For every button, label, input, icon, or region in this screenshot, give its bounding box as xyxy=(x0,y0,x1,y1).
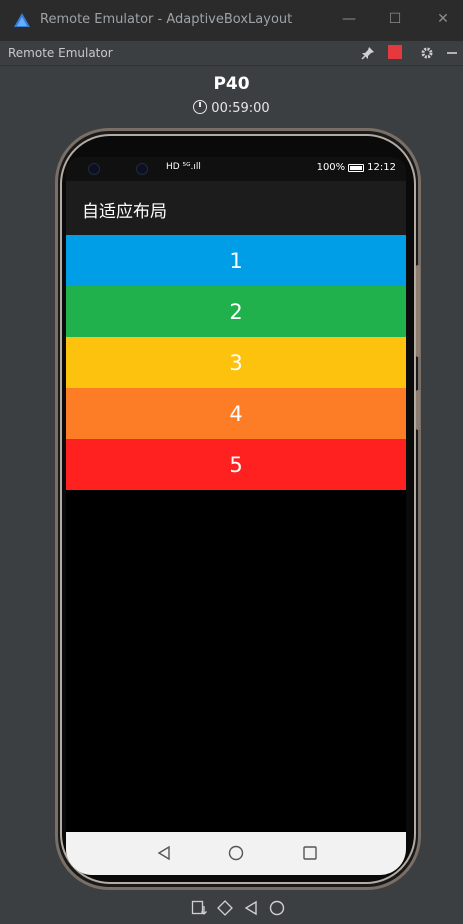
volume-button xyxy=(416,265,420,357)
timer-icon xyxy=(193,100,208,114)
box-label: 5 xyxy=(229,452,243,477)
box-1[interactable]: 1 xyxy=(66,235,406,286)
box-5[interactable]: 5 xyxy=(66,439,406,490)
emulator-controls xyxy=(0,898,463,920)
rotate-icon[interactable] xyxy=(215,898,235,918)
app-logo-icon xyxy=(14,13,30,27)
back-icon[interactable] xyxy=(241,898,261,918)
box-label: 4 xyxy=(229,401,243,426)
front-camera-icon xyxy=(88,163,100,175)
pin-icon[interactable] xyxy=(360,45,376,61)
session-timer: 00:59:00 xyxy=(0,100,463,116)
battery-icon xyxy=(348,163,365,172)
front-camera-icon xyxy=(136,163,148,175)
status-time: 12:12 xyxy=(367,162,396,173)
phone-screen: HD ⁵ᴳ.ıll 100% 12:12 自适应布局 1 2 3 4 5 xyxy=(66,157,406,875)
home-circle-icon[interactable] xyxy=(225,842,247,864)
box-2[interactable]: 2 xyxy=(66,286,406,337)
status-right: 100% 12:12 xyxy=(317,162,396,173)
battery-percent: 100% xyxy=(316,162,346,173)
box-4[interactable]: 4 xyxy=(66,388,406,439)
network-indicator: HD ⁵ᴳ.ıll xyxy=(166,162,201,172)
window-titlebar: Remote Emulator - AdaptiveBoxLayout — ☐ … xyxy=(0,0,463,40)
navigation-bar xyxy=(66,832,406,875)
stop-record-icon[interactable] xyxy=(388,45,402,59)
box-label: 2 xyxy=(229,299,243,324)
close-button[interactable]: ✕ xyxy=(434,10,452,28)
window-title: Remote Emulator - AdaptiveBoxLayout xyxy=(40,12,293,27)
device-name: P40 xyxy=(213,74,250,94)
screenshot-icon[interactable] xyxy=(189,898,209,918)
app-title: 自适应布局 xyxy=(82,202,167,222)
minimize-button[interactable]: — xyxy=(340,10,358,28)
minimize-panel-icon[interactable] xyxy=(444,45,460,61)
power-button xyxy=(416,390,420,430)
recents-square-icon[interactable] xyxy=(299,842,321,864)
box-3[interactable]: 3 xyxy=(66,337,406,388)
box-label: 3 xyxy=(229,350,243,375)
app-bar: 自适应布局 xyxy=(66,181,406,235)
timer-value: 00:59:00 xyxy=(211,101,270,116)
maximize-button[interactable]: ☐ xyxy=(386,10,404,28)
back-triangle-icon[interactable] xyxy=(153,842,175,864)
home-icon[interactable] xyxy=(267,898,287,918)
gear-icon[interactable] xyxy=(419,45,435,61)
status-bar: HD ⁵ᴳ.ıll 100% 12:12 xyxy=(66,157,406,181)
toolbar-title: Remote Emulator xyxy=(8,46,113,60)
box-label: 1 xyxy=(229,248,243,273)
